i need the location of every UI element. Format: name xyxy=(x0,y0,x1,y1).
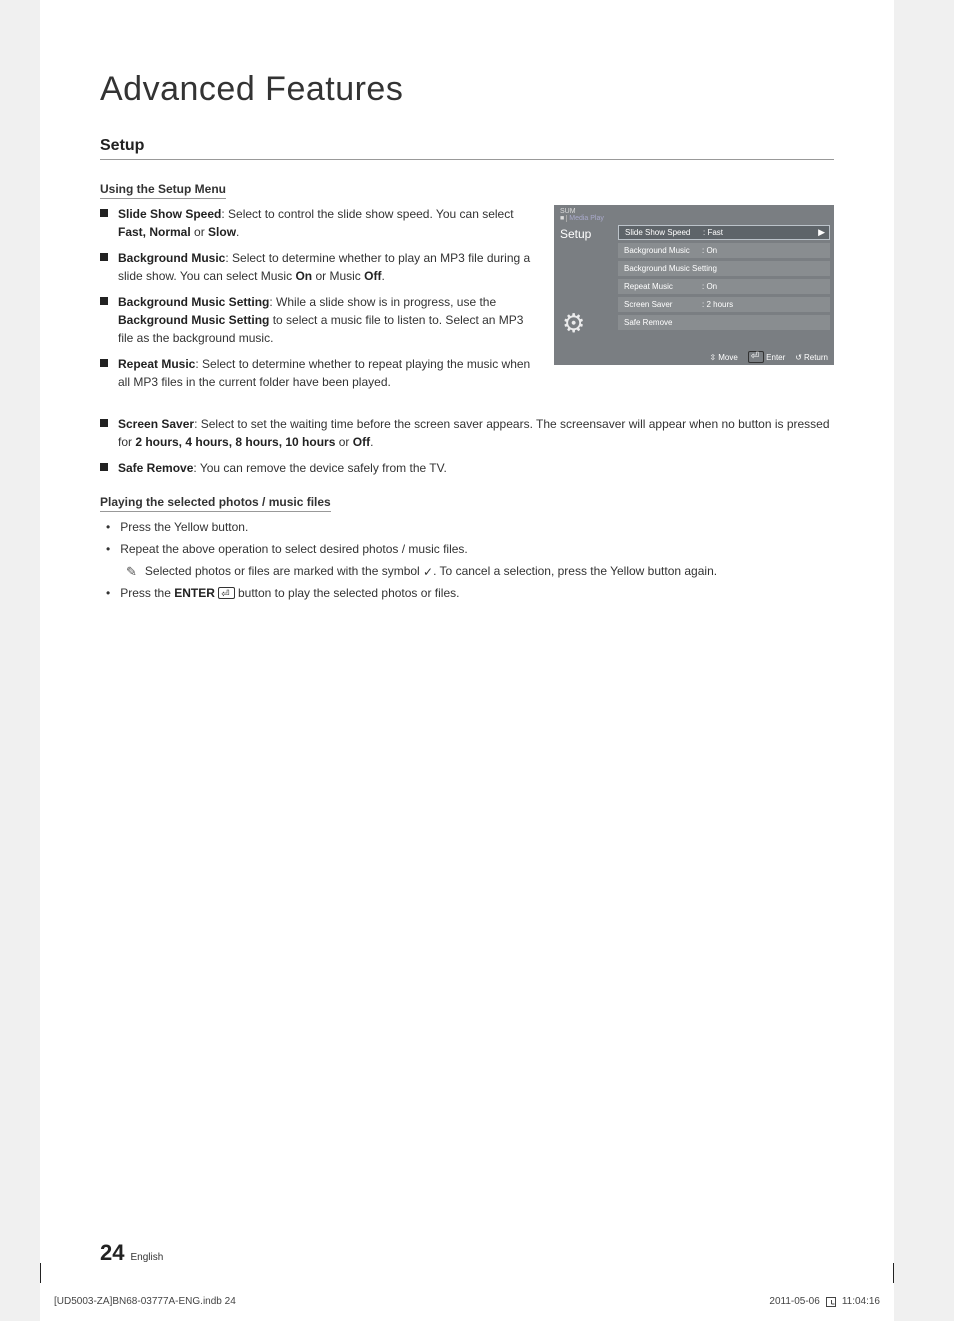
osd-row-slide-show-speed: Slide Show Speed: Fast▶ xyxy=(618,225,830,240)
playing-steps-list-2: Press the ENTER button to play the selec… xyxy=(100,584,834,602)
return-icon: ↺ xyxy=(795,353,802,362)
page-title: Advanced Features xyxy=(100,70,834,109)
bullet-screen-saver: Screen Saver: Select to set the waiting … xyxy=(100,415,834,451)
print-file-name: [UD5003-ZA]BN68-03777A-ENG.indb 24 xyxy=(54,1296,236,1307)
print-footer: [UD5003-ZA]BN68-03777A-ENG.indb 24 2011-… xyxy=(40,1296,894,1307)
checkmark-icon: ✓ xyxy=(423,563,433,581)
updown-icon: ⇳ xyxy=(710,353,717,362)
bullet-repeat-music: Repeat Music: Select to determine whethe… xyxy=(100,355,534,391)
subheading-playing-selected: Playing the selected photos / music file… xyxy=(100,495,331,512)
subheading-using-setup-menu: Using the Setup Menu xyxy=(100,182,226,199)
page-number: 24 xyxy=(100,1240,124,1266)
osd-row-background-music: Background Music: On xyxy=(618,243,830,258)
setup-bullet-list: Slide Show Speed: Select to control the … xyxy=(100,205,534,391)
triangle-right-icon: ▶ xyxy=(818,227,825,238)
setup-osd-screenshot: SUM ■Media Play Setup ⚙ Slide Show Speed… xyxy=(554,205,834,365)
osd-row-safe-remove: Safe Remove xyxy=(618,315,830,330)
osd-header: SUM ■Media Play xyxy=(554,205,834,223)
step-press-enter: Press the ENTER button to play the selec… xyxy=(100,584,834,602)
print-time: 11:04:16 xyxy=(842,1296,880,1307)
bullet-slide-show-speed: Slide Show Speed: Select to control the … xyxy=(100,205,534,241)
step-repeat: Repeat the above operation to select des… xyxy=(100,540,834,558)
playing-steps-list: Press the Yellow button. Repeat the abov… xyxy=(100,518,834,558)
setup-bullet-list-continued: Screen Saver: Select to set the waiting … xyxy=(100,415,834,477)
section-title: Setup xyxy=(100,137,834,160)
bullet-background-music: Background Music: Select to determine wh… xyxy=(100,249,534,285)
osd-row-screen-saver: Screen Saver: 2 hours xyxy=(618,297,830,312)
manual-page: Advanced Features Setup Using the Setup … xyxy=(40,0,894,1321)
osd-rows: Slide Show Speed: Fast▶ Background Music… xyxy=(618,223,834,343)
print-date: 2011-05-06 xyxy=(769,1296,819,1307)
note-selected-marked: ✎ Selected photos or files are marked wi… xyxy=(126,562,834,582)
osd-side-label: Setup ⚙ xyxy=(554,223,618,343)
osd-footer: ⇳ Move Enter ↺ Return xyxy=(710,351,829,363)
bullet-background-music-setting: Background Music Setting: While a slide … xyxy=(100,293,534,347)
gear-icon: ⚙ xyxy=(562,308,585,339)
enter-icon xyxy=(218,587,234,599)
osd-row-repeat-music: Repeat Music: On xyxy=(618,279,830,294)
page-language: English xyxy=(130,1252,163,1263)
bullet-safe-remove: Safe Remove: You can remove the device s… xyxy=(100,459,834,477)
note-icon: ✎ xyxy=(126,562,137,582)
page-footer: 24 English xyxy=(100,1240,163,1266)
clock-icon xyxy=(826,1297,836,1307)
enter-icon xyxy=(748,351,764,363)
step-press-yellow: Press the Yellow button. xyxy=(100,518,834,536)
osd-row-background-music-setting: Background Music Setting xyxy=(618,261,830,276)
